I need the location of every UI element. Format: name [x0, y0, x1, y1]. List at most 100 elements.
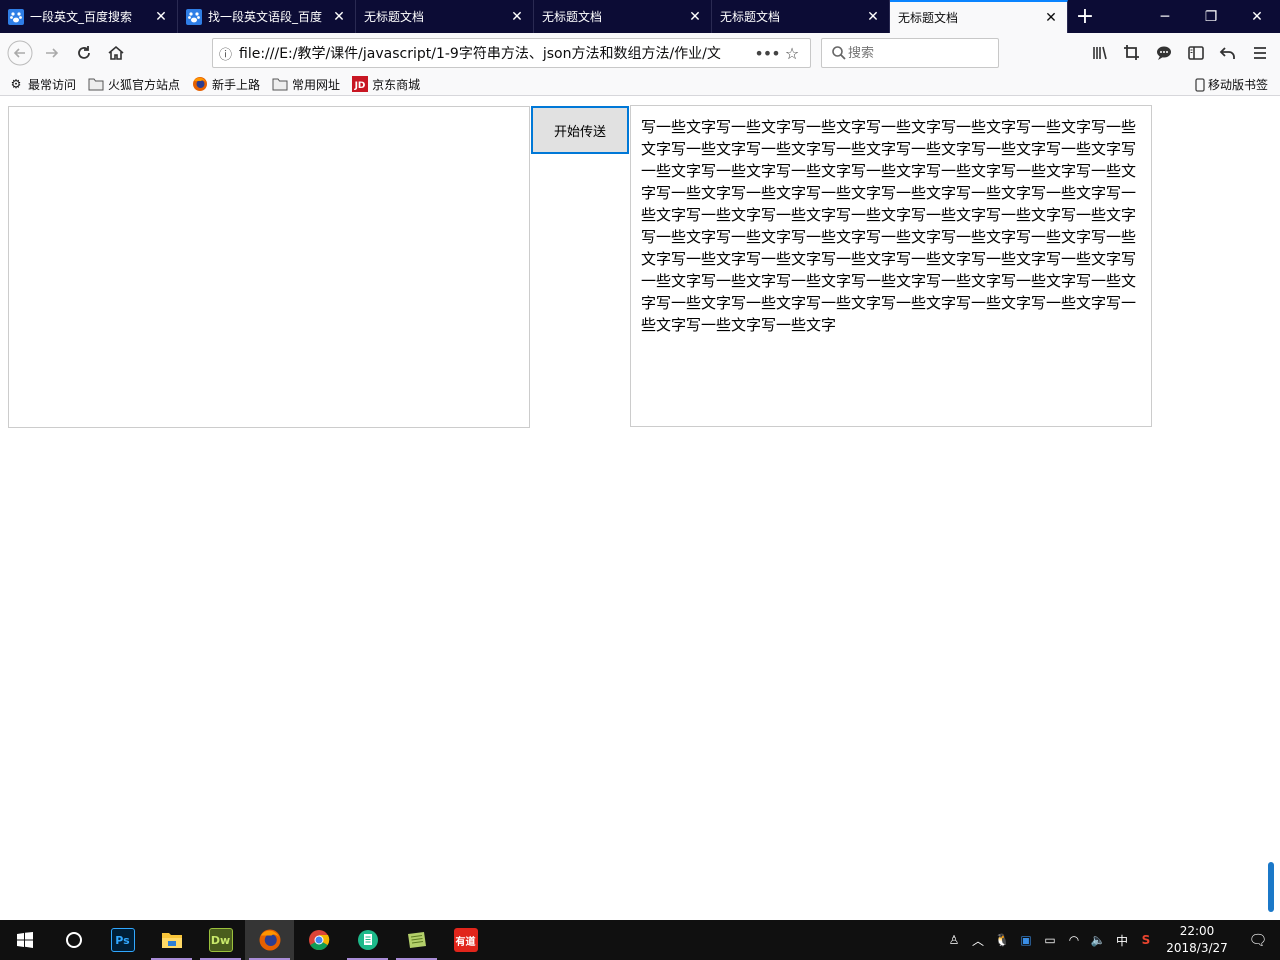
clock[interactable]: 22:00 2018/3/27: [1158, 923, 1236, 957]
close-icon[interactable]: ✕: [1043, 10, 1059, 26]
system-tray: ♙ ︿ 🐧 ▣ ▭ ◠ 🔈 中 S 22:00 2018/3/27 🗨: [942, 920, 1280, 960]
baidu-paw-icon: [8, 8, 24, 25]
screenshot-crop-icon[interactable]: [1116, 37, 1148, 69]
restore-icon[interactable]: ❐: [1188, 0, 1234, 33]
minimize-icon[interactable]: ─: [1142, 0, 1188, 33]
taskbar-app-firefox[interactable]: [245, 920, 294, 960]
page-actions-icon[interactable]: •••: [754, 44, 780, 63]
tab-title: 无标题文档: [364, 10, 425, 24]
cortana-button[interactable]: [49, 920, 98, 960]
volume-icon[interactable]: 🔈: [1086, 933, 1110, 947]
search-input[interactable]: [848, 45, 988, 61]
mobile-bookmarks[interactable]: 移动版书签: [1195, 76, 1268, 93]
mobile-bookmarks-label: 移动版书签: [1207, 78, 1268, 92]
bookmark-label: 京东商城: [372, 77, 421, 92]
chevron-up-icon[interactable]: ︿: [966, 932, 990, 949]
bookmark-common-sites[interactable]: 常用网址: [272, 76, 340, 93]
home-button[interactable]: [100, 37, 132, 69]
tab-title: 无标题文档: [898, 11, 959, 25]
bookmark-firefox-site[interactable]: 火狐官方站点: [88, 76, 180, 93]
taskbar-app-photoshop[interactable]: Ps: [98, 920, 147, 960]
tab-title: 无标题文档: [720, 10, 781, 24]
ime-indicator[interactable]: 中: [1110, 932, 1134, 949]
firefox-icon: [259, 929, 280, 951]
taskbar-app-dreamweaver[interactable]: Dw: [196, 920, 245, 960]
gear-icon: ⚙: [10, 77, 22, 91]
qq-penguin-icon[interactable]: 🐧: [990, 933, 1014, 947]
tab-baidu-search[interactable]: 一段英文_百度搜索 ✕: [0, 0, 178, 33]
youdao-icon: 有道: [453, 928, 478, 952]
scroll-indicator[interactable]: [1268, 862, 1274, 912]
arrow-right-icon: [46, 48, 59, 58]
sogou-ime-icon[interactable]: S: [1134, 933, 1158, 947]
url-bar[interactable]: ⓘ file:///E:/教学/课件/javascript/1-9字符串方法、j…: [212, 38, 811, 68]
bookmark-label: 最常访问: [28, 77, 77, 92]
reload-button[interactable]: [68, 37, 100, 69]
bookmark-getting-started[interactable]: 新手上路: [192, 76, 260, 93]
notification-icon[interactable]: 🗨: [1236, 931, 1280, 949]
bookmark-star-icon[interactable]: ☆: [780, 44, 804, 63]
taskbar-app-youdao[interactable]: 有道: [441, 920, 490, 960]
menu-icon[interactable]: [1244, 37, 1276, 69]
editor-app-icon: [407, 932, 426, 948]
window-controls: ─ ❐ ✕: [1142, 0, 1280, 33]
close-window-icon[interactable]: ✕: [1234, 0, 1280, 33]
taskbar-app-explorer[interactable]: [147, 920, 196, 960]
tab-title: 无标题文档: [542, 10, 603, 24]
reload-icon: [78, 46, 90, 59]
library-icon[interactable]: [1084, 37, 1116, 69]
start-send-button[interactable]: 开始传送: [531, 106, 629, 154]
taskbar-app-editor[interactable]: [392, 920, 441, 960]
tab-untitled-1[interactable]: 无标题文档 ✕: [356, 0, 534, 33]
tab-untitled-active[interactable]: 无标题文档 ✕: [890, 0, 1068, 33]
tab-untitled-3[interactable]: 无标题文档 ✕: [712, 0, 890, 33]
bookmark-jd[interactable]: JD 京东商城: [352, 76, 420, 93]
tab-title: 一段英文_百度搜索: [30, 10, 133, 24]
tab-untitled-2[interactable]: 无标题文档 ✕: [534, 0, 712, 33]
file-explorer-icon: [161, 933, 182, 948]
source-box: [8, 106, 530, 428]
taskbar-app-chrome[interactable]: [294, 920, 343, 960]
tab-strip: 一段英文_百度搜索 ✕ 找一段英文语段_百度 ✕ 无标题文档 ✕ 无标题文档 ✕…: [0, 0, 1280, 33]
notes-app-icon: [357, 930, 378, 950]
tab-title: 找一段英文语段_百度: [208, 10, 323, 24]
sidebar-icon[interactable]: [1180, 37, 1212, 69]
cortana-circle-icon: [65, 932, 82, 948]
windows-logo-icon: [16, 932, 33, 948]
new-tab-button[interactable]: +: [1068, 0, 1102, 33]
text-box: 写一些文字写一些文字写一些文字写一些文字写一些文字写一些文字写一些文字写一些文字…: [630, 105, 1152, 427]
bookmark-most-visited[interactable]: ⚙ 最常访问: [8, 76, 76, 93]
info-icon[interactable]: ⓘ: [219, 44, 239, 63]
windows-taskbar: Ps Dw 有道 ♙ ︿ 🐧 ▣ ▭ ◠ 🔈 中 S 22:00 2018/3/…: [0, 920, 1280, 960]
back-button[interactable]: [4, 37, 36, 69]
close-icon[interactable]: ✕: [509, 9, 525, 25]
wifi-icon[interactable]: ◠: [1062, 933, 1086, 947]
chat-bubble-icon[interactable]: [1148, 37, 1180, 69]
folder-icon: [272, 76, 288, 92]
taskbar-app-notes[interactable]: [343, 920, 392, 960]
search-icon: [832, 46, 846, 60]
dreamweaver-icon: Dw: [208, 928, 233, 952]
url-text[interactable]: file:///E:/教学/课件/javascript/1-9字符串方法、jso…: [239, 43, 754, 63]
close-icon[interactable]: ✕: [331, 9, 347, 25]
search-bar[interactable]: [821, 38, 999, 68]
svg-text:JD: JD: [354, 81, 366, 91]
close-icon[interactable]: ✕: [865, 9, 881, 25]
home-icon: [108, 45, 124, 60]
chrome-icon: [308, 930, 329, 951]
bookmark-label: 新手上路: [212, 77, 261, 92]
battery-icon[interactable]: ▭: [1038, 933, 1062, 947]
close-icon[interactable]: ✕: [687, 9, 703, 25]
bookmark-label: 常用网址: [292, 77, 341, 92]
undo-arrow-icon[interactable]: [1212, 37, 1244, 69]
photoshop-icon: Ps: [110, 928, 135, 952]
arrow-left-icon: [7, 40, 33, 66]
forward-button[interactable]: [36, 37, 68, 69]
people-icon[interactable]: ♙: [942, 933, 966, 947]
tab-baidu-search-2[interactable]: 找一段英文语段_百度 ✕: [178, 0, 356, 33]
firefox-icon: [192, 76, 208, 92]
start-button[interactable]: [0, 920, 49, 960]
baidu-paw-icon: [186, 8, 202, 25]
close-icon[interactable]: ✕: [153, 9, 169, 25]
wave-app-icon[interactable]: ▣: [1014, 933, 1038, 947]
